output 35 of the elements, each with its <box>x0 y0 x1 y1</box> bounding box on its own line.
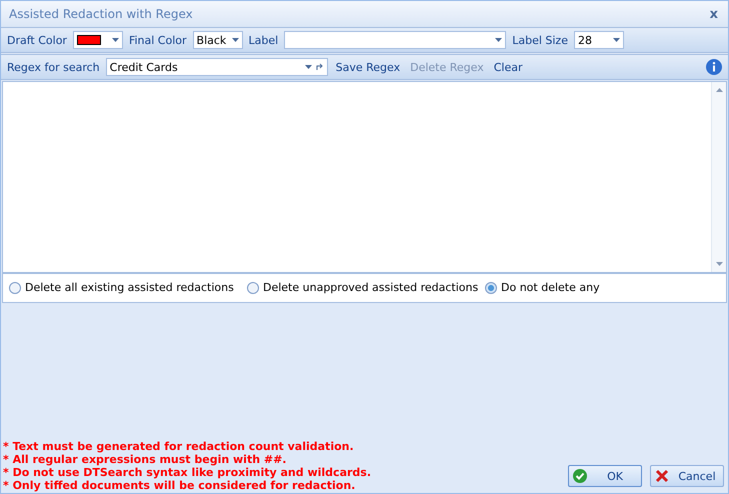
warning-note: * Text must be generated for redaction count validation. <box>3 440 355 453</box>
scroll-down-icon[interactable] <box>716 262 722 266</box>
scroll-up-icon[interactable] <box>716 88 722 92</box>
warning-note: * Do not use DTSearch syntax like proximity and wildcards. <box>3 466 372 479</box>
label-dropdown[interactable] <box>284 31 506 49</box>
scrollbar[interactable] <box>711 82 726 272</box>
ok-button[interactable]: OK <box>568 465 642 487</box>
toolbar-link[interactable]: Clear <box>492 60 525 74</box>
check-icon <box>573 469 587 483</box>
info-icon[interactable] <box>706 59 722 75</box>
toolbar-link[interactable]: Save Regex <box>334 60 402 74</box>
field-label: Regex for search <box>7 60 100 74</box>
regex-dropdown[interactable]: Credit Cards <box>106 58 328 76</box>
cross-icon <box>655 469 669 483</box>
cancel-button[interactable]: Cancel <box>650 465 724 487</box>
field-label: Draft Color <box>7 34 67 46</box>
size-dropdown[interactable]: 28 <box>574 31 624 49</box>
color-dropdown[interactable] <box>72 31 123 49</box>
radio-option[interactable]: Do not delete any <box>485 281 685 294</box>
caret-icon <box>232 38 239 42</box>
caret-icon <box>612 38 620 42</box>
close-button[interactable]: x <box>708 6 720 22</box>
caret-icon <box>304 65 312 69</box>
refresh-icon <box>316 63 324 71</box>
warning-note: * All regular expressions must begin with ##. <box>3 453 288 466</box>
color-dropdown[interactable]: Black <box>192 31 243 49</box>
radio-option[interactable]: Delete all existing assisted redactions <box>9 281 247 294</box>
field-label: Final Color <box>128 34 187 46</box>
warning-note: * Only tiffed documents will be considered for redaction. <box>3 479 356 492</box>
caret-icon <box>112 38 119 42</box>
radio-option[interactable]: Delete unapproved assisted redactions <box>247 281 485 294</box>
field-label: Label <box>248 34 278 46</box>
window-title: Assisted Redaction with Regex <box>9 7 193 21</box>
field-label: Label Size <box>512 34 568 46</box>
caret-icon <box>495 38 502 42</box>
